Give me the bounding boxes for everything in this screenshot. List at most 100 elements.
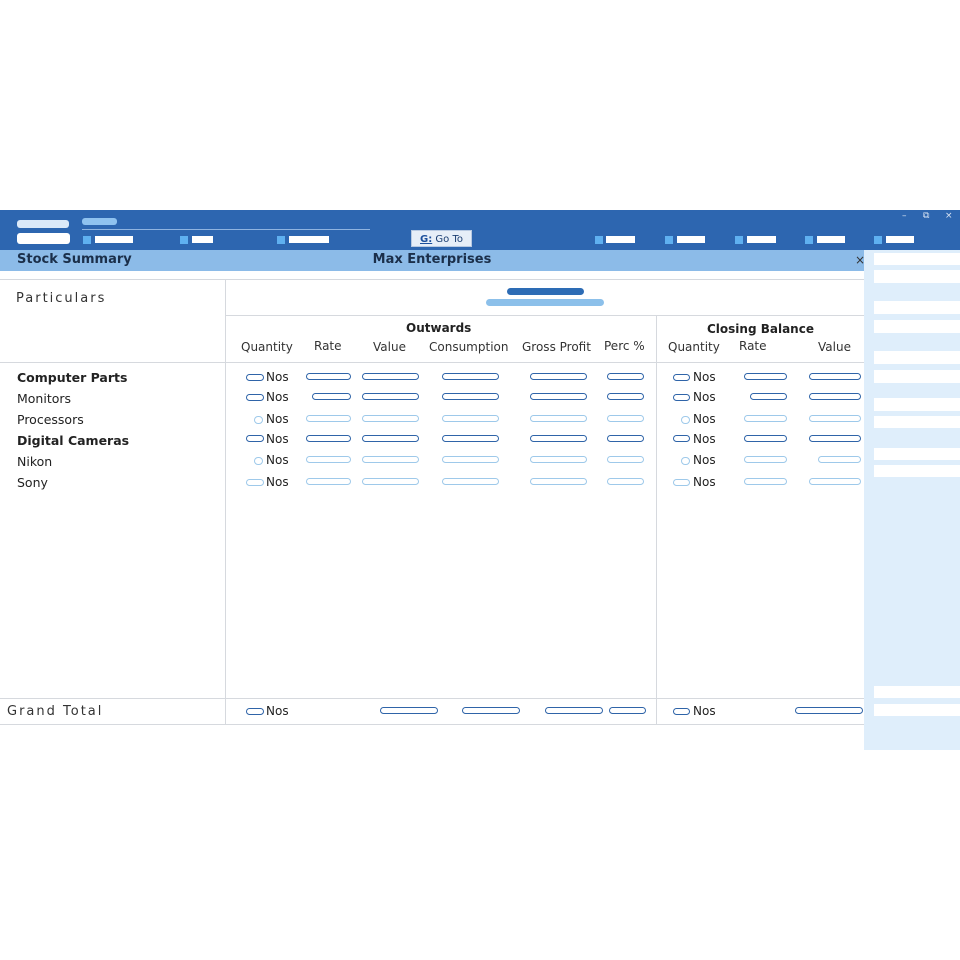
unit-label: Nos bbox=[693, 432, 716, 446]
quantity-placeholder bbox=[254, 457, 263, 465]
quantity-placeholder bbox=[246, 394, 264, 401]
value-placeholder bbox=[744, 415, 787, 422]
sidebar-button[interactable] bbox=[874, 270, 960, 283]
value-placeholder bbox=[306, 435, 351, 442]
value-placeholder bbox=[530, 435, 587, 442]
menu-item-placeholder[interactable] bbox=[192, 236, 213, 243]
sidebar-button[interactable] bbox=[874, 351, 960, 364]
unit-label: Nos bbox=[266, 475, 289, 489]
value-placeholder bbox=[442, 373, 499, 380]
menu-icon bbox=[83, 236, 91, 244]
quantity-placeholder bbox=[673, 708, 690, 715]
value-placeholder bbox=[442, 415, 499, 422]
value-placeholder bbox=[744, 373, 787, 380]
value-placeholder bbox=[442, 478, 499, 485]
menu-item-placeholder[interactable] bbox=[95, 236, 133, 243]
period-placeholder bbox=[486, 299, 604, 306]
value-placeholder bbox=[312, 393, 351, 400]
value-placeholder bbox=[362, 415, 419, 422]
value-placeholder bbox=[607, 435, 644, 442]
quantity-placeholder bbox=[246, 479, 264, 486]
sidebar-button[interactable] bbox=[874, 465, 960, 477]
value-placeholder bbox=[607, 478, 644, 485]
stock-item-row[interactable]: Monitors bbox=[17, 391, 71, 406]
unit-label: Nos bbox=[266, 704, 289, 718]
restore-icon[interactable]: ⧉ bbox=[923, 211, 929, 221]
value-placeholder bbox=[809, 373, 861, 380]
column-header-rate: Rate bbox=[314, 339, 342, 353]
quantity-placeholder bbox=[681, 416, 690, 424]
quantity-placeholder bbox=[673, 479, 690, 486]
menu-item-placeholder[interactable] bbox=[677, 236, 705, 243]
quantity-placeholder bbox=[246, 374, 264, 381]
unit-label: Nos bbox=[266, 370, 289, 384]
unit-label: Nos bbox=[266, 432, 289, 446]
quantity-placeholder bbox=[673, 374, 690, 381]
unit-label: Nos bbox=[266, 390, 289, 404]
menu-icon bbox=[735, 236, 743, 244]
sidebar-button[interactable] bbox=[874, 686, 960, 698]
sidebar-button[interactable] bbox=[874, 398, 960, 411]
menu-icon bbox=[874, 236, 882, 244]
total-placeholder bbox=[609, 707, 646, 714]
column-header-quantity: Quantity bbox=[241, 340, 293, 354]
value-placeholder bbox=[362, 393, 419, 400]
menu-item-placeholder[interactable] bbox=[886, 236, 914, 243]
stock-group-row[interactable]: Computer Parts bbox=[17, 370, 127, 385]
goto-button[interactable]: G: Go To bbox=[411, 230, 472, 247]
report-title-bar: Max Enterprises Stock Summary × bbox=[0, 250, 865, 271]
menu-item-placeholder[interactable] bbox=[289, 236, 329, 243]
value-placeholder bbox=[809, 435, 861, 442]
value-placeholder bbox=[750, 393, 787, 400]
value-placeholder bbox=[306, 415, 351, 422]
value-placeholder bbox=[362, 373, 419, 380]
column-header-closing-value: Value bbox=[818, 340, 851, 354]
divider bbox=[0, 279, 864, 280]
quantity-placeholder bbox=[673, 394, 690, 401]
menu-item-placeholder[interactable] bbox=[817, 236, 845, 243]
stock-item-row[interactable]: Nikon bbox=[17, 454, 52, 469]
minimize-icon[interactable]: – bbox=[902, 211, 907, 221]
value-placeholder bbox=[530, 415, 587, 422]
close-window-icon[interactable]: × bbox=[945, 211, 953, 221]
stock-item-row[interactable]: Sony bbox=[17, 475, 48, 490]
sidebar-button[interactable] bbox=[874, 416, 960, 428]
value-placeholder bbox=[362, 456, 419, 463]
column-header-closing-rate: Rate bbox=[739, 339, 767, 353]
value-placeholder bbox=[306, 373, 351, 380]
quantity-placeholder bbox=[246, 435, 264, 442]
sidebar-button[interactable] bbox=[874, 301, 960, 314]
unit-label: Nos bbox=[266, 453, 289, 467]
value-placeholder bbox=[744, 456, 787, 463]
sidebar-button[interactable] bbox=[874, 448, 960, 460]
divider bbox=[656, 315, 657, 725]
outwards-group-header: Outwards bbox=[406, 321, 472, 335]
menu-item-placeholder[interactable] bbox=[747, 236, 776, 243]
company-button-placeholder[interactable] bbox=[17, 233, 70, 244]
unit-label: Nos bbox=[266, 412, 289, 426]
value-placeholder bbox=[809, 415, 861, 422]
value-placeholder bbox=[306, 456, 351, 463]
menu-icon bbox=[277, 236, 285, 244]
quantity-placeholder bbox=[673, 435, 690, 442]
value-placeholder bbox=[530, 393, 587, 400]
menu-divider bbox=[82, 229, 370, 230]
column-header-consumption: Consumption bbox=[429, 340, 509, 354]
stock-item-row[interactable]: Processors bbox=[17, 412, 84, 427]
value-placeholder bbox=[809, 393, 861, 400]
value-placeholder bbox=[607, 415, 644, 422]
value-placeholder bbox=[744, 478, 787, 485]
menu-icon bbox=[805, 236, 813, 244]
sidebar-button[interactable] bbox=[874, 320, 960, 333]
sidebar-button[interactable] bbox=[874, 704, 960, 716]
period-placeholder bbox=[507, 288, 584, 295]
divider bbox=[0, 724, 864, 725]
menu-item-placeholder[interactable] bbox=[606, 236, 635, 243]
closing-balance-group-header: Closing Balance bbox=[707, 322, 814, 336]
sidebar-button[interactable] bbox=[874, 253, 960, 265]
sidebar-button[interactable] bbox=[874, 370, 960, 383]
stock-group-row[interactable]: Digital Cameras bbox=[17, 433, 129, 448]
grand-total-label: Grand Total bbox=[7, 704, 104, 719]
column-header-perc: Perc % bbox=[604, 339, 645, 353]
unit-label: Nos bbox=[693, 475, 716, 489]
